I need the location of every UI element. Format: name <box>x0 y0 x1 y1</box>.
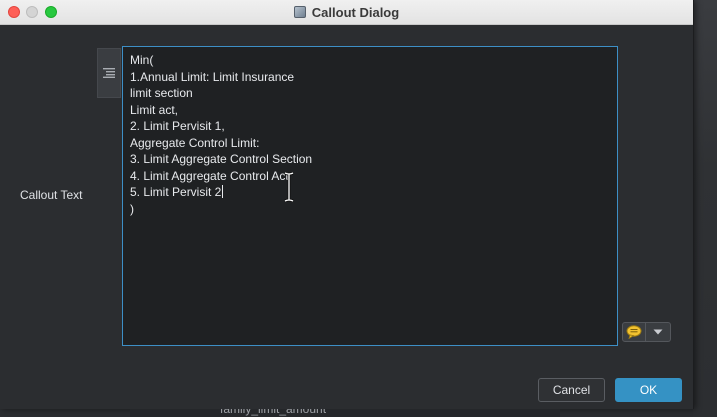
callout-line-3: limit section <box>130 86 193 100</box>
text-cursor-icon <box>284 172 294 202</box>
annotation-button[interactable] <box>622 322 646 342</box>
callout-line-8: 4. Limit Aggregate Control Act <box>130 168 289 183</box>
title-container: Callout Dialog <box>0 0 693 24</box>
app-icon <box>293 6 306 18</box>
underlying-field-text: family_limit_amount <box>220 409 327 416</box>
callout-line-10: ) <box>130 201 134 216</box>
speech-bubble-icon <box>626 325 642 339</box>
annotation-dropdown-button[interactable] <box>646 322 671 342</box>
text-caret <box>222 185 224 198</box>
callout-line-9-text: 5. Limit Pervisit 2 <box>130 185 222 199</box>
cancel-button[interactable]: Cancel <box>538 378 605 402</box>
callout-line-1: Min( <box>130 53 154 67</box>
underlying-window-strip: family_limit_amount <box>130 409 560 417</box>
callout-line-7: 3. Limit Aggregate Control Section <box>130 152 313 166</box>
title-bar[interactable]: Callout Dialog <box>0 0 693 25</box>
callout-line-5: 2. Limit Pervisit 1, <box>130 119 225 133</box>
gutter-toggle-button[interactable] <box>97 48 121 98</box>
callout-text-area[interactable]: Min( 1.Annual Limit: Limit Insurance lim… <box>122 46 618 346</box>
callout-dialog: Callout Dialog Callout Text Min( 1.Annua… <box>0 0 694 409</box>
callout-text-label: Callout Text <box>20 188 83 202</box>
ok-button[interactable]: OK <box>615 378 682 402</box>
callout-line-9: 5. Limit Pervisit 2 <box>130 184 610 201</box>
list-icon <box>103 68 115 78</box>
window-title: Callout Dialog <box>311 4 400 20</box>
callout-line-2: 1.Annual Limit: Limit Insurance <box>130 69 295 84</box>
desktop-background <box>693 0 717 417</box>
callout-line-4: Limit act, <box>130 102 179 117</box>
chevron-down-icon <box>653 329 663 335</box>
callout-line-6: Aggregate Control Limit: <box>130 135 260 150</box>
